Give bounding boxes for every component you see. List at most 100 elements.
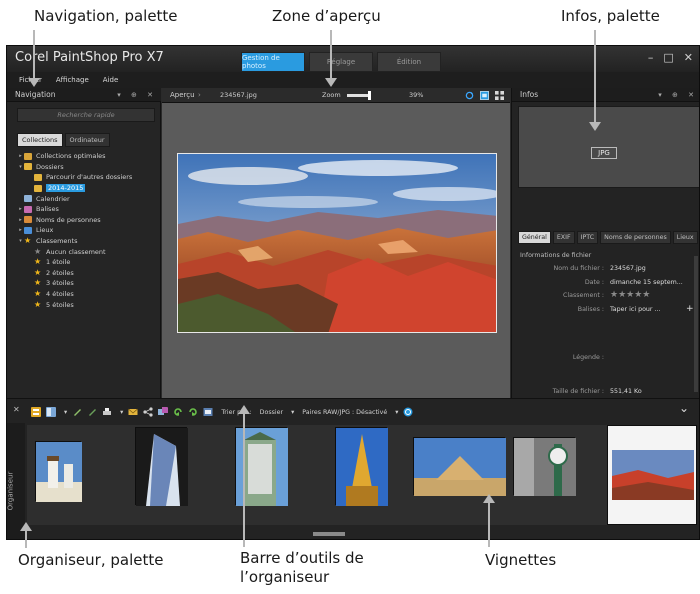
close-icon[interactable]: ✕ [684,51,693,64]
tab-collections[interactable]: Collections [17,133,63,147]
organizer-side-label: Organiseur [6,471,15,511]
print-icon[interactable] [102,407,112,417]
field-value[interactable]: 234567.jpg [610,265,646,272]
rotate-icon[interactable] [465,91,474,100]
expand-toggle-icon[interactable]: ▸ [17,227,24,233]
tab-manage[interactable]: Gestion de photos [241,52,305,72]
tree-item[interactable]: ★ 4 étoiles [17,289,157,300]
select-tool-icon[interactable] [31,407,41,417]
tree-item[interactable]: Parcourir d'autres dossiers [17,172,157,183]
field-label: Balises : [577,306,604,313]
thumbnail-scrollbar[interactable] [313,532,345,536]
thumbnail-windmills[interactable] [35,441,82,502]
tree-item[interactable]: 2014-2015 [17,183,157,194]
menu-help[interactable]: Aide [103,76,118,84]
field-label: Légende : [572,354,604,361]
leader-thumbnails [488,502,490,547]
email-icon[interactable] [128,407,139,417]
tree-item[interactable]: ▸ Lieux [17,225,157,236]
raw-jpg-pairs-dropdown[interactable]: Paires RAW/JPG : Désactivé [302,409,387,416]
tab-computer[interactable]: Ordinateur [64,133,110,147]
navigation-title: Navigation [15,90,56,99]
tree-item[interactable]: ▾ Dossiers [17,162,157,173]
tree-item[interactable]: ▸ Collections optimales [17,151,157,162]
collapse-chevron-icon[interactable]: ⌄ [679,401,689,415]
dropdown-arrow-icon[interactable]: ▾ [291,409,294,416]
thumbnail-grand-canyon[interactable] [607,425,697,525]
tree-item[interactable]: ★ 5 étoiles [17,299,157,310]
tab-places[interactable]: Lieux [672,231,698,244]
tree-item-label: Lieux [36,226,54,235]
tree-item[interactable]: Calendrier [17,193,157,204]
arrow-thumbnails [483,494,495,503]
tree-item[interactable]: ▸ Balises [17,204,157,215]
tree-item[interactable]: ★ 3 étoiles [17,278,157,289]
star-icon: ★ [34,278,42,288]
zoom-slider-handle[interactable] [368,91,371,100]
batch-process-icon[interactable] [158,407,169,417]
quick-search-input[interactable]: Recherche rapide [17,108,155,122]
expand-toggle-icon[interactable]: ▾ [17,164,24,170]
dropdown-arrow-icon[interactable]: ▾ [395,409,398,416]
rating-stars[interactable]: ★★★★★ [610,290,650,300]
menu-view[interactable]: Affichage [56,76,89,84]
edit-pen-icon[interactable] [72,407,82,417]
zoom-slider[interactable] [347,94,369,97]
rotate-right-icon[interactable] [188,407,198,417]
tree-item[interactable]: ▸ Noms de personnes [17,215,157,226]
expand-toggle-icon[interactable]: ▸ [17,217,24,223]
navigation-tabs: Collections Ordinateur [17,133,110,147]
tree-item[interactable]: ★ 1 étoile [17,257,157,268]
expand-toggle-icon[interactable]: ▾ [17,238,24,244]
field-value[interactable]: dimanche 15 septem... [610,279,683,286]
browse-folder-icon [34,173,42,181]
tree-item-label: Noms de personnes [36,215,101,224]
organizer-close-icon[interactable]: ✕ [13,405,20,414]
star-icon: ★ [34,289,42,299]
info-scrollbar[interactable] [694,256,698,392]
grid-view-icon[interactable] [495,91,504,100]
preview-area: Aperçu › 234567.jpg Zoom 39% [162,88,510,398]
callout-info-palette: Infos, palette [561,7,660,25]
thumbnail-street-clock[interactable] [513,437,576,496]
slideshow-icon[interactable] [203,407,213,417]
view-mode-icon[interactable] [46,407,56,417]
info-panel-controls[interactable]: ▾ ⊕ ✕ [658,88,698,102]
thumbnail-glass-tower[interactable] [135,427,188,506]
tree-item-label: Collections optimales [36,152,106,161]
add-tag-icon[interactable]: + [686,304,694,314]
callout-navigation-palette: Navigation, palette [34,7,178,25]
people-icon [24,216,32,224]
tab-adjust[interactable]: Réglage [309,52,373,72]
tab-exif[interactable]: EXIF [552,231,575,244]
retouch-icon[interactable] [87,407,97,417]
help-icon[interactable] [403,407,413,417]
sort-by-dropdown[interactable]: Dossier [260,409,283,416]
tree-item[interactable]: ▾ ★ Classements [17,236,157,247]
calendar-icon [24,195,32,203]
tree-item-label: Classements [36,237,78,246]
tab-people-names[interactable]: Noms de personnes [600,231,671,244]
single-view-icon[interactable] [480,91,489,100]
tags-input[interactable]: Taper ici pour ... [610,306,661,313]
dropdown-arrow-icon[interactable]: ▾ [64,409,67,416]
tab-general[interactable]: Général [518,231,551,244]
rotate-left-icon[interactable] [173,407,183,417]
tab-edit[interactable]: Édition [377,52,441,72]
app-title: Corel PaintShop Pro X7 [15,50,164,65]
preview-view-buttons [465,91,504,100]
tree-item[interactable]: ★ 2 étoiles [17,268,157,279]
tree-item[interactable]: ★ Aucun classement [17,246,157,257]
thumbnail-golden-pagoda[interactable] [335,427,388,506]
minimize-icon[interactable]: – [648,51,654,64]
share-icon[interactable] [143,407,153,417]
expand-toggle-icon[interactable]: ▸ [17,206,24,212]
organizer-toolbar: ▾ ▾ Trier par : Dossier ▾ Paires RAW/JPG… [31,405,413,419]
tab-iptc[interactable]: IPTC [576,231,599,244]
dropdown-arrow-icon[interactable]: ▾ [120,409,123,416]
maximize-icon[interactable]: □ [663,51,673,64]
workspace-tabs: Gestion de photos Réglage Édition [241,52,441,72]
thumbnail-step-pyramid[interactable] [413,437,506,496]
expand-toggle-icon[interactable]: ▸ [17,153,24,159]
navigation-panel-controls[interactable]: ▾ ⊕ ✕ [117,88,157,102]
